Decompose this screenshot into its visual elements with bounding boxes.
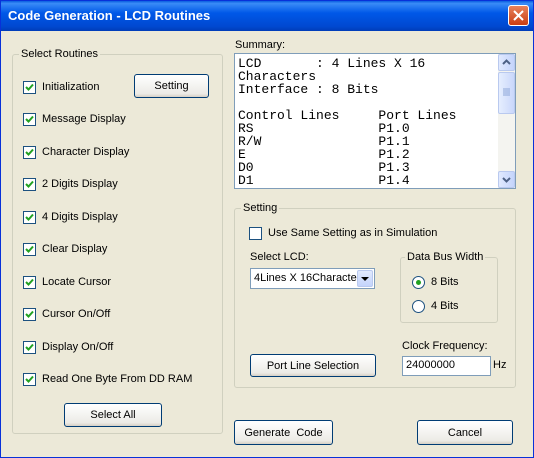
data-bus-width-legend: Data Bus Width — [405, 251, 486, 263]
radio-8-bits-label: 8 Bits — [431, 276, 459, 288]
routine-checkbox[interactable] — [23, 243, 36, 256]
scroll-thumb[interactable] — [498, 72, 515, 114]
select-lcd-dropdown[interactable]: 4Lines X 16Characters — [250, 268, 375, 289]
generate-code-label: Generate Code — [244, 426, 323, 439]
routine-checkbox[interactable] — [23, 308, 36, 321]
setting-button-label: Setting — [154, 80, 189, 92]
select-lcd-value: 4Lines X 16Characters — [254, 272, 358, 284]
close-icon — [513, 10, 524, 21]
select-lcd-label: Select LCD: — [250, 251, 309, 263]
dialog-window: Code Generation - LCD Routines Select Ro… — [0, 0, 534, 458]
routine-label: Display On/Off — [42, 341, 114, 353]
setting-button[interactable]: Setting — [134, 74, 209, 98]
summary-textarea[interactable]: LCD : 4 Lines X 16 Characters Interface : … — [234, 53, 516, 189]
cancel-label: Cancel — [447, 426, 483, 439]
routine-label: 4 Digits Display — [42, 211, 118, 223]
routine-label: Locate Cursor — [42, 276, 112, 288]
radio-4-bits-label: 4 Bits — [431, 300, 459, 312]
routine-checkbox[interactable] — [23, 341, 36, 354]
port-line-selection-button[interactable]: Port Line Selection — [250, 354, 376, 377]
generate-code-button[interactable]: Generate Code — [234, 420, 333, 445]
checkmark-icon — [25, 343, 34, 351]
select-routines-legend: Select Routines — [19, 48, 101, 60]
dropdown-button[interactable] — [357, 270, 373, 287]
setting-legend: Setting — [241, 202, 280, 214]
checkmark-icon — [25, 278, 34, 286]
select-all-button-label: Select All — [90, 409, 136, 421]
clock-unit-label: Hz — [493, 359, 507, 371]
title-bar[interactable]: Code Generation - LCD Routines — [1, 1, 533, 31]
checkmark-icon — [25, 148, 34, 156]
routine-label: Read One Byte From DD RAM — [42, 373, 193, 385]
routine-label: 2 Digits Display — [42, 178, 118, 190]
summary-line: Interface : 8 Bits — [238, 82, 379, 97]
select-all-button[interactable]: Select All — [64, 403, 162, 427]
close-button[interactable] — [508, 5, 529, 26]
checkmark-icon — [25, 115, 34, 123]
data-bus-width-group: Data Bus Width 8 Bits 4 Bits — [400, 251, 498, 323]
routine-label: Cursor On/Off — [42, 308, 111, 320]
grip-icon — [503, 88, 510, 96]
summary-label: Summary: — [235, 39, 286, 51]
routine-checkbox[interactable] — [23, 178, 36, 191]
clock-frequency-input[interactable]: 24000000 — [402, 356, 491, 376]
chevron-down-icon — [502, 177, 511, 183]
clock-frequency-label: Clock Frequency: — [402, 340, 488, 352]
radio-4-bits[interactable] — [412, 300, 425, 313]
clock-frequency-value: 24000000 — [406, 359, 455, 371]
checkmark-icon — [25, 213, 34, 221]
routine-label: Message Display — [42, 113, 126, 125]
routine-checkbox[interactable] — [23, 113, 36, 126]
checkmark-icon — [25, 180, 34, 188]
radio-8-bits[interactable] — [412, 276, 425, 289]
chevron-down-icon — [361, 277, 369, 281]
checkmark-icon — [25, 83, 34, 91]
routine-checkbox[interactable] — [23, 373, 36, 386]
checkmark-icon — [25, 375, 34, 383]
routine-checkbox[interactable] — [23, 81, 36, 94]
summary-scrollbar[interactable] — [498, 54, 515, 188]
checkmark-icon — [25, 245, 34, 253]
scroll-down-button[interactable] — [498, 171, 515, 188]
same-setting-checkbox[interactable] — [249, 227, 262, 240]
same-setting-label: Use Same Setting as in Simulation — [268, 227, 438, 239]
radio-selected-dot — [416, 280, 421, 285]
port-line-selection-label: Port Line Selection — [266, 359, 360, 372]
routine-label: Initialization — [42, 81, 100, 93]
summary-line: D1 P1.4 — [238, 173, 410, 188]
routine-label: Clear Display — [42, 243, 108, 255]
routine-checkbox[interactable] — [23, 276, 36, 289]
window-title: Code Generation - LCD Routines — [8, 8, 211, 23]
select-routines-group: Select Routines Initialization Message Di… — [12, 48, 223, 434]
checkmark-icon — [25, 310, 34, 318]
cancel-button[interactable]: Cancel — [417, 420, 513, 445]
setting-group: Setting Use Same Setting as in Simulatio… — [234, 202, 516, 388]
scroll-up-button[interactable] — [498, 54, 515, 71]
routine-label: Character Display — [42, 146, 130, 158]
routine-checkbox[interactable] — [23, 146, 36, 159]
chevron-up-icon — [502, 59, 511, 65]
routine-checkbox[interactable] — [23, 211, 36, 224]
